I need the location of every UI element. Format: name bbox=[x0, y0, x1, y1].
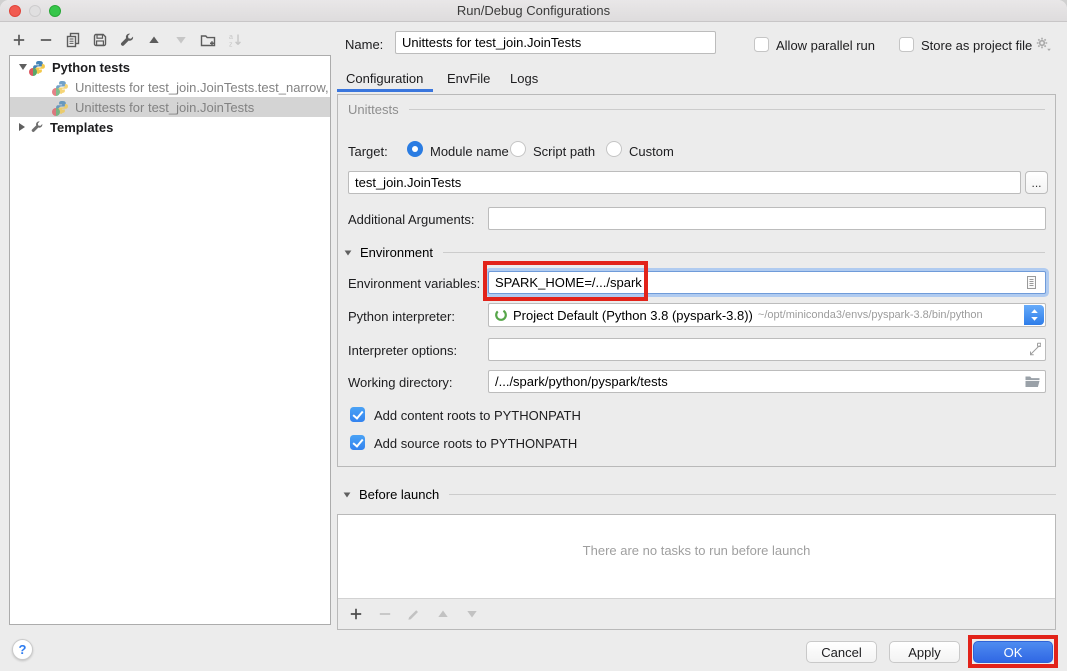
tree-item-python-tests[interactable]: Python tests bbox=[10, 57, 330, 77]
tab-configuration[interactable]: Configuration bbox=[346, 71, 423, 86]
wrench-icon bbox=[30, 120, 44, 134]
tree-item-test-narrow[interactable]: Unittests for test_join.JoinTests.test_n… bbox=[10, 77, 330, 97]
configurations-tree: Python tests Unittests for test_join.Joi… bbox=[9, 55, 331, 625]
titlebar: Run/Debug Configurations bbox=[0, 0, 1067, 22]
store-as-project-file-label: Store as project file bbox=[921, 38, 1032, 53]
run-debug-configurations-dialog: Run/Debug Configurations az Python tests bbox=[0, 0, 1067, 671]
no-tasks-message: There are no tasks to run before launch bbox=[338, 543, 1055, 558]
add-source-roots-checkbox[interactable] bbox=[350, 435, 365, 450]
interpreter-options-label: Interpreter options: bbox=[348, 343, 457, 358]
allow-parallel-run-checkbox[interactable] bbox=[754, 37, 769, 52]
configurations-toolbar: az bbox=[11, 29, 243, 51]
tree-item-jointests-selected[interactable]: Unittests for test_join.JoinTests bbox=[10, 97, 330, 117]
before-launch-section-label: Before launch bbox=[359, 487, 439, 502]
target-module-name-label: Module name bbox=[430, 144, 509, 159]
apply-button[interactable]: Apply bbox=[889, 641, 960, 663]
add-content-roots-label: Add content roots to PYTHONPATH bbox=[374, 408, 581, 423]
add-icon[interactable] bbox=[11, 32, 27, 48]
python-interpreter-path: ~/opt/miniconda3/envs/pyspark-3.8/bin/py… bbox=[758, 309, 983, 321]
sort-icon: az bbox=[227, 32, 243, 48]
python-test-icon bbox=[55, 80, 69, 94]
before-launch-tasks-panel: There are no tasks to run before launch bbox=[337, 514, 1056, 630]
additional-arguments-label: Additional Arguments: bbox=[348, 212, 474, 227]
chevron-down-icon[interactable] bbox=[19, 64, 27, 70]
rerun-test-overlay-icon bbox=[52, 108, 60, 116]
unittests-section-label: Unittests bbox=[348, 102, 399, 117]
python-interpreter-label: Python interpreter: bbox=[348, 309, 455, 324]
target-script-path-radio[interactable] bbox=[510, 141, 526, 157]
target-label: Target: bbox=[348, 144, 388, 159]
name-input[interactable] bbox=[395, 31, 716, 54]
add-content-roots-checkbox[interactable] bbox=[350, 407, 365, 422]
configuration-panel: Unittests Target: Module name Script pat… bbox=[337, 94, 1056, 467]
move-down-icon bbox=[464, 606, 480, 622]
allow-parallel-run-label: Allow parallel run bbox=[776, 38, 875, 53]
rerun-test-overlay-icon bbox=[29, 68, 37, 76]
target-custom-label: Custom bbox=[629, 144, 674, 159]
save-icon[interactable] bbox=[92, 32, 108, 48]
python-test-icon bbox=[32, 60, 46, 74]
environment-variables-label: Environment variables: bbox=[348, 276, 480, 291]
remove-icon[interactable] bbox=[38, 32, 54, 48]
tree-item-label: Unittests for test_join.JoinTests.test_n… bbox=[75, 80, 329, 95]
name-label: Name: bbox=[345, 37, 383, 52]
tab-envfile[interactable]: EnvFile bbox=[447, 71, 490, 86]
collapse-triangle-icon[interactable] bbox=[345, 250, 352, 255]
rerun-test-overlay-icon bbox=[52, 88, 60, 96]
edit-templates-icon[interactable] bbox=[119, 32, 135, 48]
ok-button[interactable]: OK bbox=[973, 641, 1053, 663]
move-up-icon[interactable] bbox=[146, 32, 162, 48]
cancel-button[interactable]: Cancel bbox=[806, 641, 877, 663]
target-custom-radio[interactable] bbox=[606, 141, 622, 157]
svg-text:z: z bbox=[229, 42, 233, 49]
tree-item-label: Python tests bbox=[52, 60, 130, 75]
move-down-icon bbox=[173, 32, 189, 48]
chevron-right-icon[interactable] bbox=[19, 123, 25, 131]
edit-icon bbox=[406, 606, 422, 622]
module-name-input[interactable] bbox=[348, 171, 1021, 194]
python-interpreter-value: Project Default (Python 3.8 (pyspark-3.8… bbox=[513, 308, 753, 323]
working-directory-input[interactable] bbox=[488, 370, 1046, 393]
tree-item-templates[interactable]: Templates bbox=[10, 117, 330, 137]
unittests-section-header: Unittests bbox=[348, 102, 1045, 117]
environment-section-header[interactable]: Environment bbox=[344, 245, 1045, 260]
add-icon[interactable] bbox=[348, 606, 364, 622]
window-title: Run/Debug Configurations bbox=[0, 3, 1067, 18]
new-folder-icon[interactable] bbox=[200, 32, 216, 48]
target-script-path-label: Script path bbox=[533, 144, 595, 159]
browse-button[interactable]: ... bbox=[1025, 171, 1048, 194]
move-up-icon bbox=[435, 606, 451, 622]
remove-icon bbox=[377, 606, 393, 622]
store-as-project-file-checkbox[interactable] bbox=[899, 37, 914, 52]
target-module-name-radio[interactable] bbox=[407, 141, 423, 157]
interpreter-options-input[interactable] bbox=[488, 338, 1046, 361]
spinner-icon[interactable] bbox=[1024, 305, 1044, 325]
tree-item-label: Unittests for test_join.JoinTests bbox=[75, 100, 254, 115]
active-tab-underline bbox=[337, 89, 433, 92]
environment-variables-input[interactable] bbox=[488, 271, 1046, 294]
python-test-icon bbox=[55, 100, 69, 114]
tab-logs[interactable]: Logs bbox=[510, 71, 538, 86]
copy-icon[interactable] bbox=[65, 32, 81, 48]
help-button[interactable]: ? bbox=[12, 639, 33, 660]
interpreter-icon bbox=[494, 308, 508, 322]
python-interpreter-select[interactable]: Project Default (Python 3.8 (pyspark-3.8… bbox=[488, 303, 1046, 327]
gear-icon[interactable] bbox=[1035, 36, 1052, 58]
working-directory-label: Working directory: bbox=[348, 375, 453, 390]
svg-text:a: a bbox=[229, 34, 233, 41]
help-icon: ? bbox=[19, 642, 27, 657]
collapse-triangle-icon[interactable] bbox=[344, 492, 351, 497]
environment-section-label: Environment bbox=[360, 245, 433, 260]
tasks-toolbar bbox=[338, 598, 1055, 629]
before-launch-section-header[interactable]: Before launch bbox=[343, 487, 1056, 502]
tree-item-label: Templates bbox=[50, 120, 113, 135]
add-source-roots-label: Add source roots to PYTHONPATH bbox=[374, 436, 577, 451]
additional-arguments-input[interactable] bbox=[488, 207, 1046, 230]
